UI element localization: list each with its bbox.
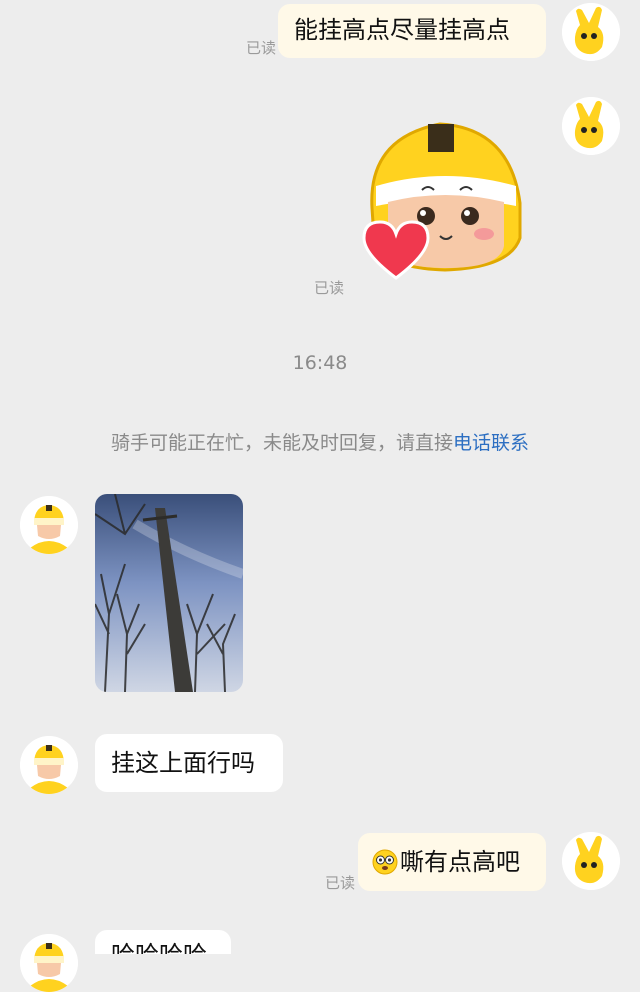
message-bubble-received[interactable]: 挂这上面行吗 (95, 734, 283, 792)
photo-message[interactable] (95, 494, 243, 692)
rider-avatar[interactable] (20, 496, 78, 554)
rider-avatar[interactable] (20, 934, 78, 992)
utility-pole-photo-icon (95, 494, 243, 692)
message-text: 嘶有点高吧 (400, 848, 520, 876)
timestamp: 16:48 (292, 352, 348, 374)
system-notice: 骑手可能正在忙，未能及时回复，请直接电话联系 (0, 428, 640, 455)
message-bubble-sent[interactable]: 能挂高点尽量挂高点 (278, 4, 546, 58)
read-receipt: 已读 (325, 874, 356, 892)
rider-helmet-avatar-icon (20, 934, 78, 992)
yellow-hand-avatar-icon (562, 97, 620, 155)
yellow-hand-avatar-icon (562, 3, 620, 61)
dizzy-eyes-emoji-icon (372, 849, 398, 875)
helmet-face-heart-sticker-icon (362, 122, 522, 280)
my-avatar[interactable] (562, 3, 620, 61)
rider-helmet-avatar-icon (20, 496, 78, 554)
read-receipt: 已读 (246, 39, 277, 57)
rider-helmet-avatar-icon (20, 736, 78, 794)
rider-avatar[interactable] (20, 736, 78, 794)
read-receipt: 已读 (314, 279, 345, 297)
phone-contact-link[interactable]: 电话联系 (453, 432, 529, 454)
sticker-message[interactable] (360, 118, 530, 283)
system-notice-text: 骑手可能正在忙，未能及时回复，请直接 (110, 432, 453, 454)
message-bubble-received[interactable]: 哈哈哈哈 (95, 930, 231, 954)
yellow-hand-avatar-icon (562, 832, 620, 890)
my-avatar[interactable] (562, 832, 620, 890)
my-avatar[interactable] (562, 97, 620, 155)
message-bubble-sent[interactable]: 嘶有点高吧 (358, 833, 546, 891)
